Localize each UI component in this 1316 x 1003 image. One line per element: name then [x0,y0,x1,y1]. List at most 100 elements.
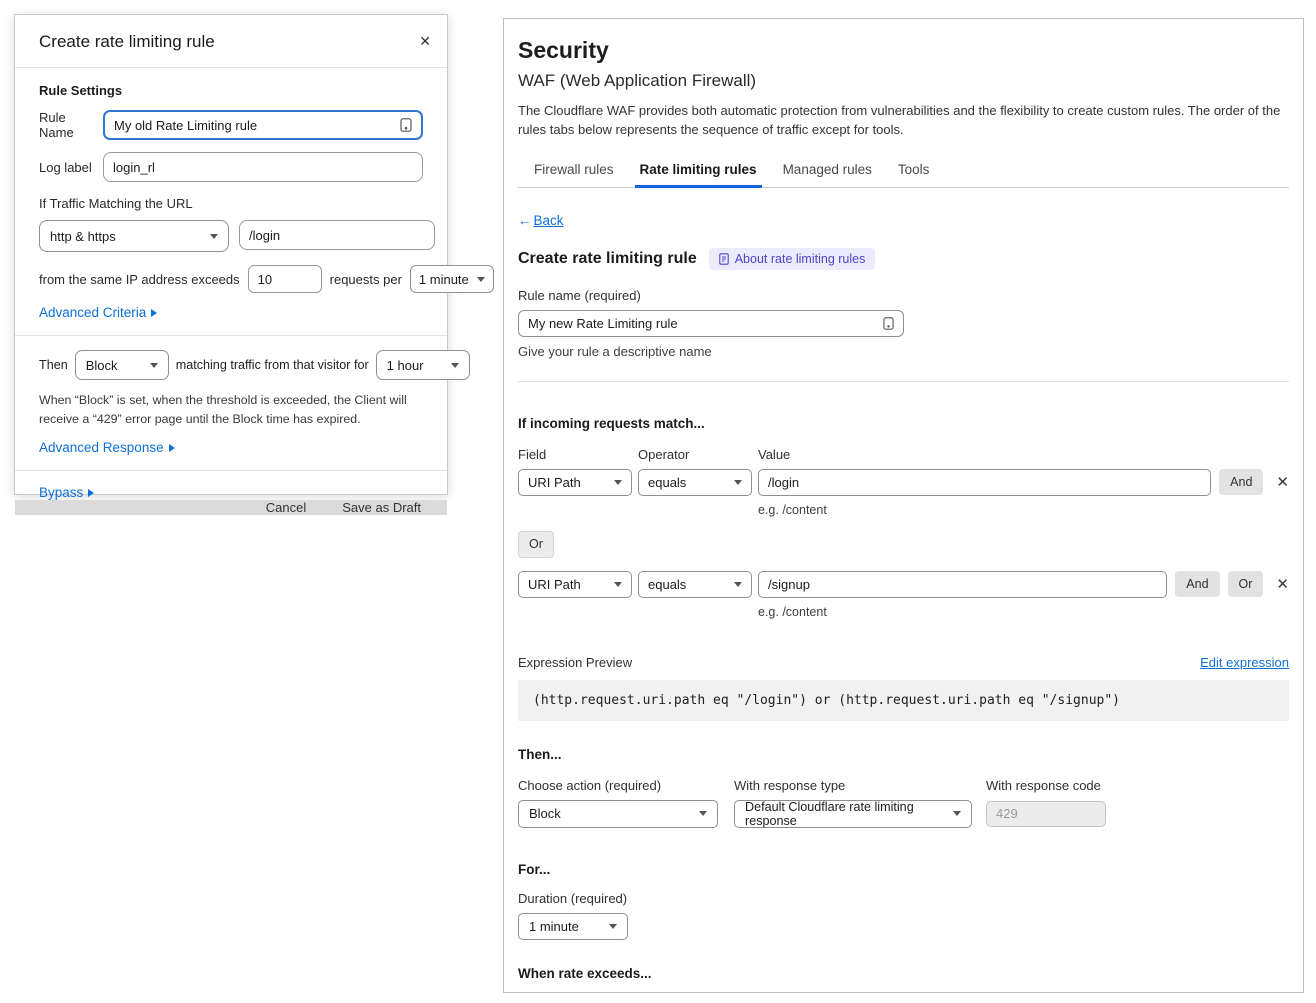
or-button[interactable]: Or [1228,571,1264,597]
back-arrow-icon: ← [518,213,532,228]
value-hint: e.g. /content [758,605,1289,619]
rule-name-input[interactable] [114,118,394,133]
tab-tools[interactable]: Tools [898,162,930,187]
create-rule-heading-row: Create rate limiting rule About rate lim… [518,248,1289,270]
traffic-matching-heading: If Traffic Matching the URL [39,196,423,211]
operator-select[interactable]: equals [638,571,752,598]
action-select[interactable]: Block [518,800,718,828]
value-column-label: Value [758,447,790,462]
back-link[interactable]: ← Back [518,213,564,228]
divider [15,335,447,336]
action-select[interactable]: Block [75,350,169,380]
divider [518,381,1289,382]
advanced-response-link[interactable]: Advanced Response [39,440,423,455]
threshold-row: from the same IP address exceeds request… [39,265,423,293]
then-heading: Then... [518,747,1289,762]
tab-managed-rules[interactable]: Managed rules [783,162,872,187]
rate-exceeds-heading: When rate exceeds... [518,966,1289,981]
rule-name-row: Rule Name [39,110,423,140]
chevron-down-icon [953,811,961,816]
expression-code: (http.request.uri.path eq "/login") or (… [518,680,1289,721]
cancel-button[interactable]: Cancel [266,500,306,515]
rule-settings-heading: Rule Settings [39,83,423,98]
url-field[interactable] [239,220,435,250]
scheme-select[interactable]: http & https [39,220,229,252]
choose-action-label: Choose action (required) [518,778,734,793]
expression-preview-label: Expression Preview [518,655,632,670]
or-connector-button[interactable]: Or [518,531,554,558]
create-rate-limiting-rule-dialog: Create rate limiting rule ✕ Rule Setting… [14,14,448,495]
value-field[interactable] [758,571,1167,598]
advanced-criteria-link[interactable]: Advanced Criteria [39,305,423,320]
response-type-select[interactable]: Default Cloudflare rate limiting respons… [734,800,972,828]
chevron-down-icon [210,234,218,239]
condition-row-1: URI Path equals And ✕ [518,469,1289,496]
threshold-field[interactable] [248,265,322,293]
response-code-label: With response code [986,778,1101,793]
dialog-header: Create rate limiting rule ✕ [15,15,447,68]
log-label-input[interactable] [113,160,413,175]
value-field[interactable] [758,469,1211,496]
divider [15,470,447,471]
rule-name-field[interactable] [518,310,904,337]
operator-select[interactable]: equals [638,469,752,496]
chevron-down-icon [614,582,622,587]
url-input[interactable] [249,228,425,243]
operator-select-value: equals [648,577,686,592]
action-select-value: Block [529,806,561,821]
dialog-footer: Cancel Save as Draft [15,500,447,515]
security-waf-panel: Security WAF (Web Application Firewall) … [503,18,1304,993]
duration-select[interactable]: 1 minute [518,913,628,940]
about-rate-limiting-badge[interactable]: About rate limiting rules [709,248,876,270]
dialog-title: Create rate limiting rule [39,32,215,52]
for-heading: For... [518,862,1289,877]
log-label-field[interactable] [103,152,423,182]
block-note: When “Block” is set, when the threshold … [39,391,423,428]
tab-rate-limiting-rules[interactable]: Rate limiting rules [640,162,757,187]
rule-name-helper: Give your rule a descriptive name [518,344,1289,359]
and-button[interactable]: And [1219,469,1263,495]
rule-name-input[interactable] [528,316,877,331]
about-badge-label: About rate limiting rules [735,252,866,266]
match-heading: If incoming requests match... [518,416,1289,431]
value-input[interactable] [768,577,1157,592]
chevron-down-icon [150,363,158,368]
advanced-response-label: Advanced Response [39,440,164,455]
autofill-icon [400,118,412,132]
expand-arrow-icon [151,309,157,317]
document-icon [719,253,729,265]
condition-column-labels: Field Operator Value [518,447,1289,462]
remove-condition-icon[interactable]: ✕ [1276,575,1289,593]
close-icon[interactable]: ✕ [419,34,431,48]
operator-column-label: Operator [638,447,758,462]
ban-duration-select[interactable]: 1 hour [376,350,470,380]
bypass-link[interactable]: Bypass [39,485,423,500]
log-label-row: Log label [39,152,423,182]
chevron-down-icon [734,480,742,485]
duration-select-value: 1 minute [529,919,579,934]
chevron-down-icon [451,363,459,368]
chevron-down-icon [734,582,742,587]
then-label: Then [39,358,68,372]
value-input[interactable] [768,475,1201,490]
edit-expression-link[interactable]: Edit expression [1200,655,1289,670]
condition-row-2: URI Path equals And Or ✕ [518,571,1289,598]
save-as-draft-button[interactable]: Save as Draft [342,500,421,515]
then-row: Then Block matching traffic from that vi… [39,350,423,380]
field-select[interactable]: URI Path [518,571,632,598]
remove-condition-icon[interactable]: ✕ [1276,473,1289,491]
threshold-period-select[interactable]: 1 minute [410,265,494,293]
and-button[interactable]: And [1175,571,1219,597]
advanced-criteria-label: Advanced Criteria [39,305,146,320]
threshold-input[interactable] [258,272,312,287]
waf-tabs: Firewall rules Rate limiting rules Manag… [518,162,1289,188]
field-select-value: URI Path [528,475,581,490]
response-code-field: 429 [986,801,1106,827]
field-column-label: Field [518,447,638,462]
rule-name-field[interactable] [103,110,423,140]
field-select[interactable]: URI Path [518,469,632,496]
tab-firewall-rules[interactable]: Firewall rules [534,162,614,187]
operator-select-value: equals [648,475,686,490]
then-text: matching traffic from that visitor for [176,358,369,372]
rule-name-label: Rule name (required) [518,288,1289,303]
